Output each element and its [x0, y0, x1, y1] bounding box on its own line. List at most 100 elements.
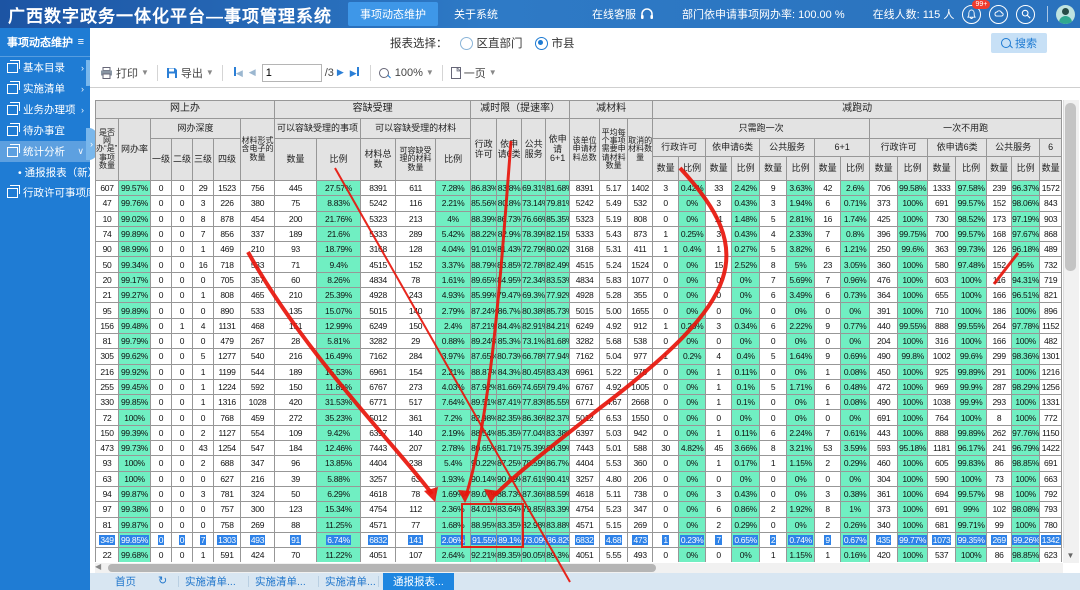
- cell[interactable]: 0.1%: [732, 395, 760, 410]
- cell[interactable]: 0%: [679, 303, 706, 318]
- cell[interactable]: 77: [396, 517, 436, 532]
- cell[interactable]: 100%: [898, 395, 928, 410]
- cell[interactable]: 0%: [679, 257, 706, 272]
- cell[interactable]: 0%: [679, 456, 706, 471]
- cell[interactable]: 100%: [956, 303, 987, 318]
- cell[interactable]: 99.17%: [119, 272, 151, 287]
- cell[interactable]: 6.74%: [317, 532, 361, 547]
- cell[interactable]: 272: [275, 410, 317, 425]
- cell[interactable]: 8: [987, 410, 1012, 425]
- cell[interactable]: 11.22%: [317, 548, 361, 562]
- cell[interactable]: 100%: [1012, 517, 1040, 532]
- cell[interactable]: 3.05%: [841, 257, 870, 272]
- cell[interactable]: 0: [151, 379, 172, 394]
- cell[interactable]: 925: [928, 364, 956, 379]
- cell[interactable]: 1316: [214, 395, 241, 410]
- cell[interactable]: 1.74%: [841, 211, 870, 226]
- cell[interactable]: 0: [151, 211, 172, 226]
- cell[interactable]: 4: [193, 318, 214, 333]
- cell[interactable]: 5333: [361, 226, 396, 241]
- cell[interactable]: 1422: [1040, 441, 1062, 456]
- cell[interactable]: 0.69%: [841, 349, 870, 364]
- cell[interactable]: 87.36%: [522, 486, 546, 501]
- cell[interactable]: 100%: [898, 211, 928, 226]
- cell[interactable]: 99.48%: [119, 318, 151, 333]
- cell[interactable]: 0%: [787, 364, 815, 379]
- cell[interactable]: 99.02%: [119, 211, 151, 226]
- cell[interactable]: 4928: [361, 288, 396, 303]
- cell[interactable]: 11.89%: [317, 379, 361, 394]
- cell[interactable]: 84.01%: [471, 502, 497, 517]
- cell[interactable]: 216: [96, 364, 119, 379]
- cell[interactable]: 4.80: [600, 471, 628, 486]
- cell[interactable]: 578: [628, 364, 653, 379]
- cell[interactable]: 87.21%: [471, 318, 497, 333]
- cell[interactable]: 273: [396, 379, 436, 394]
- cell[interactable]: 2.4%: [436, 318, 471, 333]
- cell[interactable]: 100%: [898, 303, 928, 318]
- cell[interactable]: 94.31%: [1012, 272, 1040, 287]
- cell[interactable]: 0%: [679, 410, 706, 425]
- cell[interactable]: 0: [172, 379, 193, 394]
- cell[interactable]: 0: [172, 226, 193, 241]
- cell[interactable]: 772: [1040, 410, 1062, 425]
- cell[interactable]: 216: [241, 471, 275, 486]
- table-row[interactable]: 33099.85%0011316102842031.53%67715177.64…: [96, 395, 1062, 410]
- cell[interactable]: 99.9%: [956, 395, 987, 410]
- cell[interactable]: 99.35%: [956, 532, 987, 547]
- cell[interactable]: 84.95%: [497, 272, 522, 287]
- cell[interactable]: 79.47%: [497, 288, 522, 303]
- cell[interactable]: 878: [214, 211, 241, 226]
- cell[interactable]: 1: [706, 379, 732, 394]
- cell[interactable]: 1.71%: [787, 379, 815, 394]
- cell[interactable]: 81.71%: [497, 441, 522, 456]
- cell[interactable]: 0: [172, 532, 193, 547]
- cell[interactable]: 4834: [570, 272, 600, 287]
- cell[interactable]: 1127: [214, 425, 241, 440]
- cell[interactable]: 3.63%: [787, 181, 815, 196]
- cell[interactable]: 86.83%: [471, 181, 497, 196]
- table-row[interactable]: 21699.92%001119954418915.53%69611542.21%…: [96, 364, 1062, 379]
- search-button[interactable]: 搜索: [991, 33, 1047, 53]
- cell[interactable]: 0: [172, 333, 193, 348]
- cell[interactable]: 0%: [679, 288, 706, 303]
- table-row[interactable]: 9499.87%003781324506.29%4618781.69%89.07…: [96, 486, 1062, 501]
- cell[interactable]: 1402: [628, 181, 653, 196]
- cell[interactable]: 8: [193, 211, 214, 226]
- cell[interactable]: 100%: [119, 410, 151, 425]
- cell[interactable]: 53: [815, 441, 841, 456]
- cell[interactable]: 1342: [1040, 532, 1062, 547]
- cell[interactable]: 1: [193, 288, 214, 303]
- cell[interactable]: 5.17: [600, 181, 628, 196]
- cell[interactable]: 1: [193, 379, 214, 394]
- cell[interactable]: 1.48%: [732, 211, 760, 226]
- cell[interactable]: 454: [241, 211, 275, 226]
- cell[interactable]: 186: [987, 303, 1012, 318]
- cell[interactable]: 465: [241, 288, 275, 303]
- cell[interactable]: 7.64%: [436, 395, 471, 410]
- cell[interactable]: 3: [706, 196, 732, 211]
- cell[interactable]: 99.85%: [119, 532, 151, 547]
- cell[interactable]: 100%: [1012, 410, 1040, 425]
- cell[interactable]: 73: [987, 471, 1012, 486]
- cell[interactable]: 1655: [628, 303, 653, 318]
- cell[interactable]: 88.73%: [497, 486, 522, 501]
- cell[interactable]: 580: [928, 257, 956, 272]
- cell[interactable]: 255: [96, 379, 119, 394]
- tab-implementation-1[interactable]: 实施清单...: [185, 573, 236, 590]
- cell[interactable]: 688: [214, 456, 241, 471]
- cell[interactable]: 5.49: [600, 196, 628, 211]
- cell[interactable]: 96.79%: [1012, 441, 1040, 456]
- cell[interactable]: 71: [275, 257, 317, 272]
- cell[interactable]: 0%: [787, 333, 815, 348]
- cell[interactable]: 82.98%: [471, 410, 497, 425]
- cell[interactable]: 977: [628, 349, 653, 364]
- cell[interactable]: 0: [653, 303, 679, 318]
- cell[interactable]: 76.66%: [522, 211, 546, 226]
- cell[interactable]: 0%: [679, 333, 706, 348]
- cell[interactable]: 88.39%: [471, 211, 497, 226]
- cell[interactable]: 360: [870, 257, 898, 272]
- cell[interactable]: 710: [928, 303, 956, 318]
- table-row[interactable]: 47399.73%0043125454718412.46%74432072.78…: [96, 441, 1062, 456]
- cell[interactable]: 0.96%: [841, 272, 870, 287]
